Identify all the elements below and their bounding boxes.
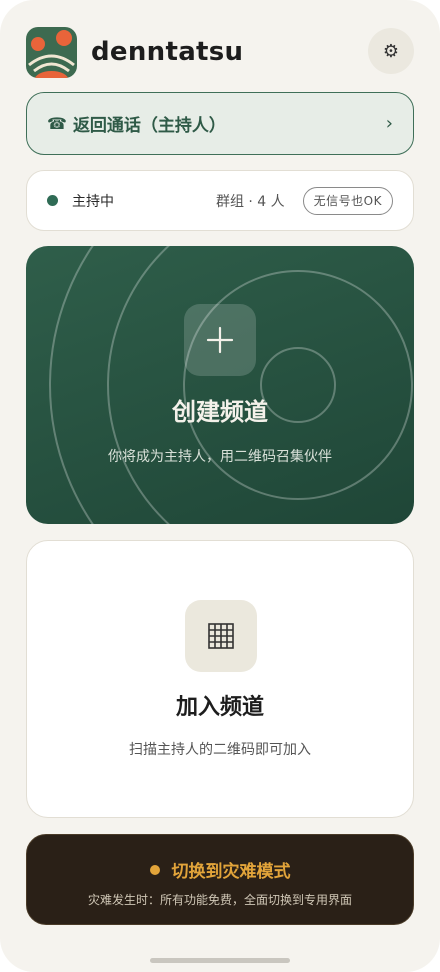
- offline-ok-badge: 无信号也OK: [302, 186, 393, 215]
- disaster-mode-button[interactable]: 切换到灾难模式 灾难发生时：所有功能免费，全面切换到专用界面: [26, 834, 414, 925]
- create-channel-card[interactable]: 创建频道 你将成为主持人，用二维码召集伙伴: [26, 246, 414, 524]
- disaster-mode-subtitle: 灾难发生时：所有功能免费，全面切换到专用界面: [87, 893, 352, 907]
- return-call-label: 返回通话（主持人）: [72, 116, 226, 136]
- create-channel-subtitle: 你将成为主持人，用二维码召集伙伴: [108, 449, 332, 465]
- return-call-button[interactable]: ☎ 返回通话（主持人） ›: [26, 92, 414, 155]
- gear-icon: ⚙: [382, 40, 400, 61]
- status-dot: [47, 195, 58, 206]
- join-channel-subtitle: 扫描主持人的二维码即可加入: [129, 742, 311, 758]
- header: denntatsu ⚙: [26, 26, 414, 78]
- radar-rings-decoration: [49, 246, 413, 524]
- disaster-mode-title: 切换到灾难模式: [171, 862, 291, 882]
- status-bar: 主持中 群组 · 4 人 无信号也OK: [26, 170, 414, 231]
- host-status-text: 主持中: [72, 193, 114, 210]
- phone-icon: ☎: [47, 114, 67, 133]
- settings-button[interactable]: ⚙: [368, 28, 414, 74]
- home-indicator[interactable]: [150, 958, 290, 963]
- create-channel-title: 创建频道: [172, 398, 268, 426]
- plus-icon: [184, 304, 256, 376]
- join-channel-title: 加入频道: [175, 695, 264, 720]
- app-logo-icon: [26, 26, 77, 78]
- disaster-mode-header: 切换到灾难模式: [27, 857, 413, 882]
- app-screen: denntatsu ⚙ ☎ 返回通话（主持人） › 主持中 群组 · 4 人 无…: [0, 0, 440, 972]
- disaster-dot: [149, 864, 160, 875]
- qr-grid-icon: [185, 600, 257, 672]
- group-count: 群组 · 4 人: [215, 193, 285, 210]
- join-channel-card[interactable]: 加入频道 扫描主持人的二维码即可加入: [26, 540, 414, 818]
- app-title: denntatsu: [91, 37, 244, 67]
- chevron-right-icon: ›: [385, 113, 393, 134]
